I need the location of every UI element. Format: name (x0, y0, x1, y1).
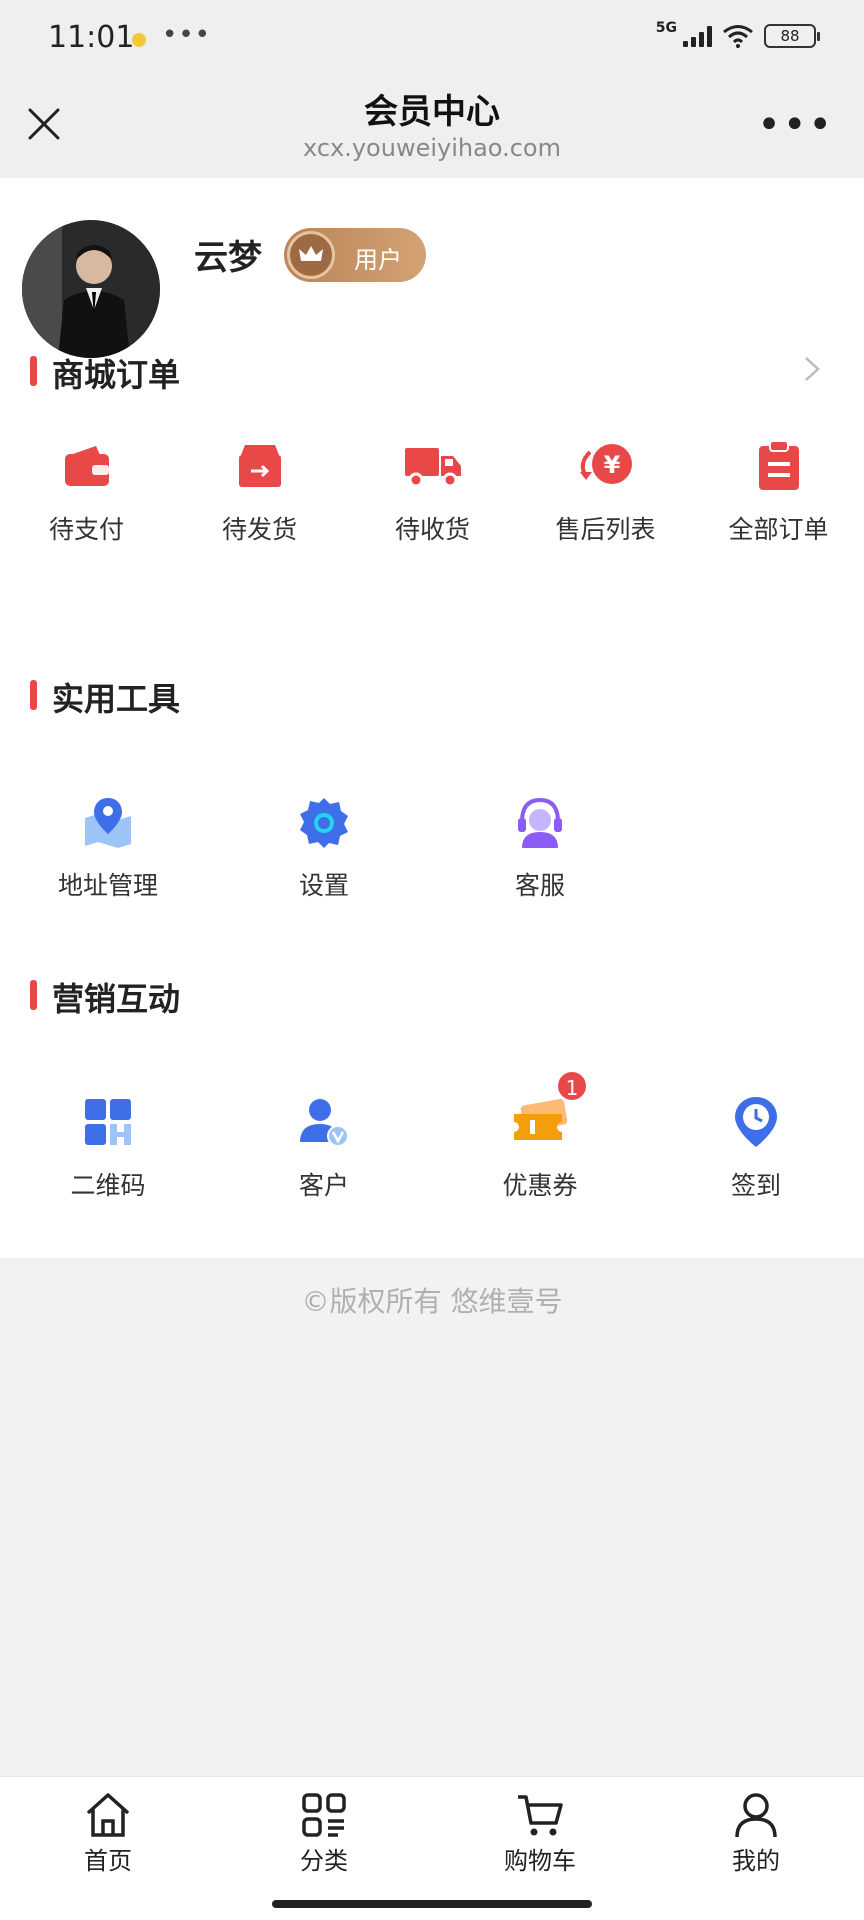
tool-settings[interactable]: 设置 (216, 792, 432, 902)
tab-cart[interactable]: 购物车 (432, 1777, 648, 1920)
tools-grid: 地址管理 设置 客服 (0, 792, 648, 902)
order-label: 全部订单 (728, 515, 829, 544)
mkt-qrcode[interactable]: 二维码 (0, 1092, 216, 1202)
svg-text:¥: ¥ (603, 451, 620, 479)
mkt-label: 优惠券 (502, 1171, 578, 1200)
marketing-grid: 二维码 客户 1 优惠券 签到 (0, 1070, 864, 1202)
home-indicator[interactable] (272, 1900, 592, 1908)
order-label: 售后列表 (555, 515, 656, 544)
status-more-icon: ••• (162, 20, 212, 50)
wallet-icon (57, 436, 117, 496)
mkt-label: 签到 (730, 1171, 781, 1200)
tab-me[interactable]: 我的 (648, 1777, 864, 1920)
member-badge: 用户 (284, 228, 426, 282)
tool-label: 设置 (298, 871, 349, 900)
mkt-checkin[interactable]: 签到 (648, 1092, 864, 1202)
status-time: 11:01 (48, 20, 135, 55)
page-title: 会员中心 (364, 92, 500, 132)
headset-icon (510, 792, 570, 852)
tool-address[interactable]: 地址管理 (0, 792, 216, 902)
battery-icon: 88 (764, 24, 820, 48)
tool-customer-service[interactable]: 客服 (432, 792, 648, 902)
qrcode-icon (78, 1092, 138, 1152)
tab-category[interactable]: 分类 (216, 1777, 432, 1920)
tab-label: 我的 (732, 1847, 780, 1875)
tab-label: 分类 (300, 1847, 348, 1875)
order-label: 待支付 (48, 515, 124, 544)
badge-label: 用户 (354, 246, 402, 274)
customer-icon (294, 1092, 354, 1152)
truck-icon (403, 436, 463, 496)
order-pending-shipment[interactable]: 待发货 (173, 436, 346, 546)
checkin-icon (726, 1092, 786, 1152)
tab-label: 购物车 (504, 1847, 576, 1875)
orders-section-title: 商城订单 (30, 350, 180, 396)
mkt-coupon[interactable]: 1 优惠券 (432, 1070, 648, 1202)
nav-bar: 会员中心 xcx.youweiyihao.com ••• (0, 78, 864, 178)
tab-home[interactable]: 首页 (0, 1777, 216, 1920)
tools-section-title: 实用工具 (30, 674, 180, 720)
tab-label: 首页 (84, 1847, 132, 1875)
home-icon (86, 1793, 130, 1837)
status-indicators: 5G 88 (656, 20, 820, 48)
username: 云梦 (194, 238, 262, 278)
coupon-icon: 1 (510, 1070, 588, 1152)
order-after-sales[interactable]: ¥ 售后列表 (519, 436, 692, 546)
chevron-right-icon[interactable] (798, 356, 824, 382)
status-bar: 11:01 ••• 5G 88 (0, 0, 864, 78)
crown-icon (287, 231, 335, 279)
mkt-customer[interactable]: 客户 (216, 1092, 432, 1202)
tool-label: 地址管理 (57, 871, 158, 900)
user-icon (735, 1793, 777, 1838)
category-icon (302, 1793, 346, 1837)
network-type: 5G (655, 20, 677, 36)
mkt-label: 客户 (298, 1171, 349, 1200)
cart-icon (518, 1795, 563, 1836)
ship-box-icon (230, 436, 290, 496)
copyright-text: ©版权所有 悠维壹号 (301, 1285, 563, 1318)
order-pending-payment[interactable]: 待支付 (0, 436, 173, 546)
order-status-grid: 待支付 待发货 待收货 ¥ 售后列表 全部订单 (0, 436, 864, 546)
more-options-icon[interactable]: ••• (757, 102, 834, 148)
wifi-icon (723, 25, 753, 48)
order-all[interactable]: 全部订单 (692, 436, 864, 546)
refund-icon: ¥ (576, 436, 636, 496)
gear-icon (294, 792, 354, 852)
bottom-tab-bar: 首页 分类 购物车 我的 (0, 1776, 864, 1920)
order-pending-receipt[interactable]: 待收货 (346, 436, 519, 546)
mkt-label: 二维码 (70, 1171, 146, 1200)
order-label: 待发货 (221, 515, 297, 544)
map-pin-icon (78, 792, 138, 852)
signal-icon (683, 25, 712, 47)
order-label: 待收货 (394, 515, 470, 544)
clipboard-icon (749, 436, 809, 496)
member-center-content: 云梦 用户 商城订单 待支付 待发货 待收货 ¥ 售后列表 全部订单 实用工具 … (0, 178, 864, 1258)
notification-dot-icon (132, 33, 146, 47)
coupon-count-badge: 1 (556, 1070, 588, 1102)
page-domain: xcx.youweiyihao.com (303, 134, 561, 162)
avatar[interactable] (22, 220, 160, 358)
tool-label: 客服 (514, 871, 565, 900)
marketing-section-title: 营销互动 (30, 974, 180, 1020)
